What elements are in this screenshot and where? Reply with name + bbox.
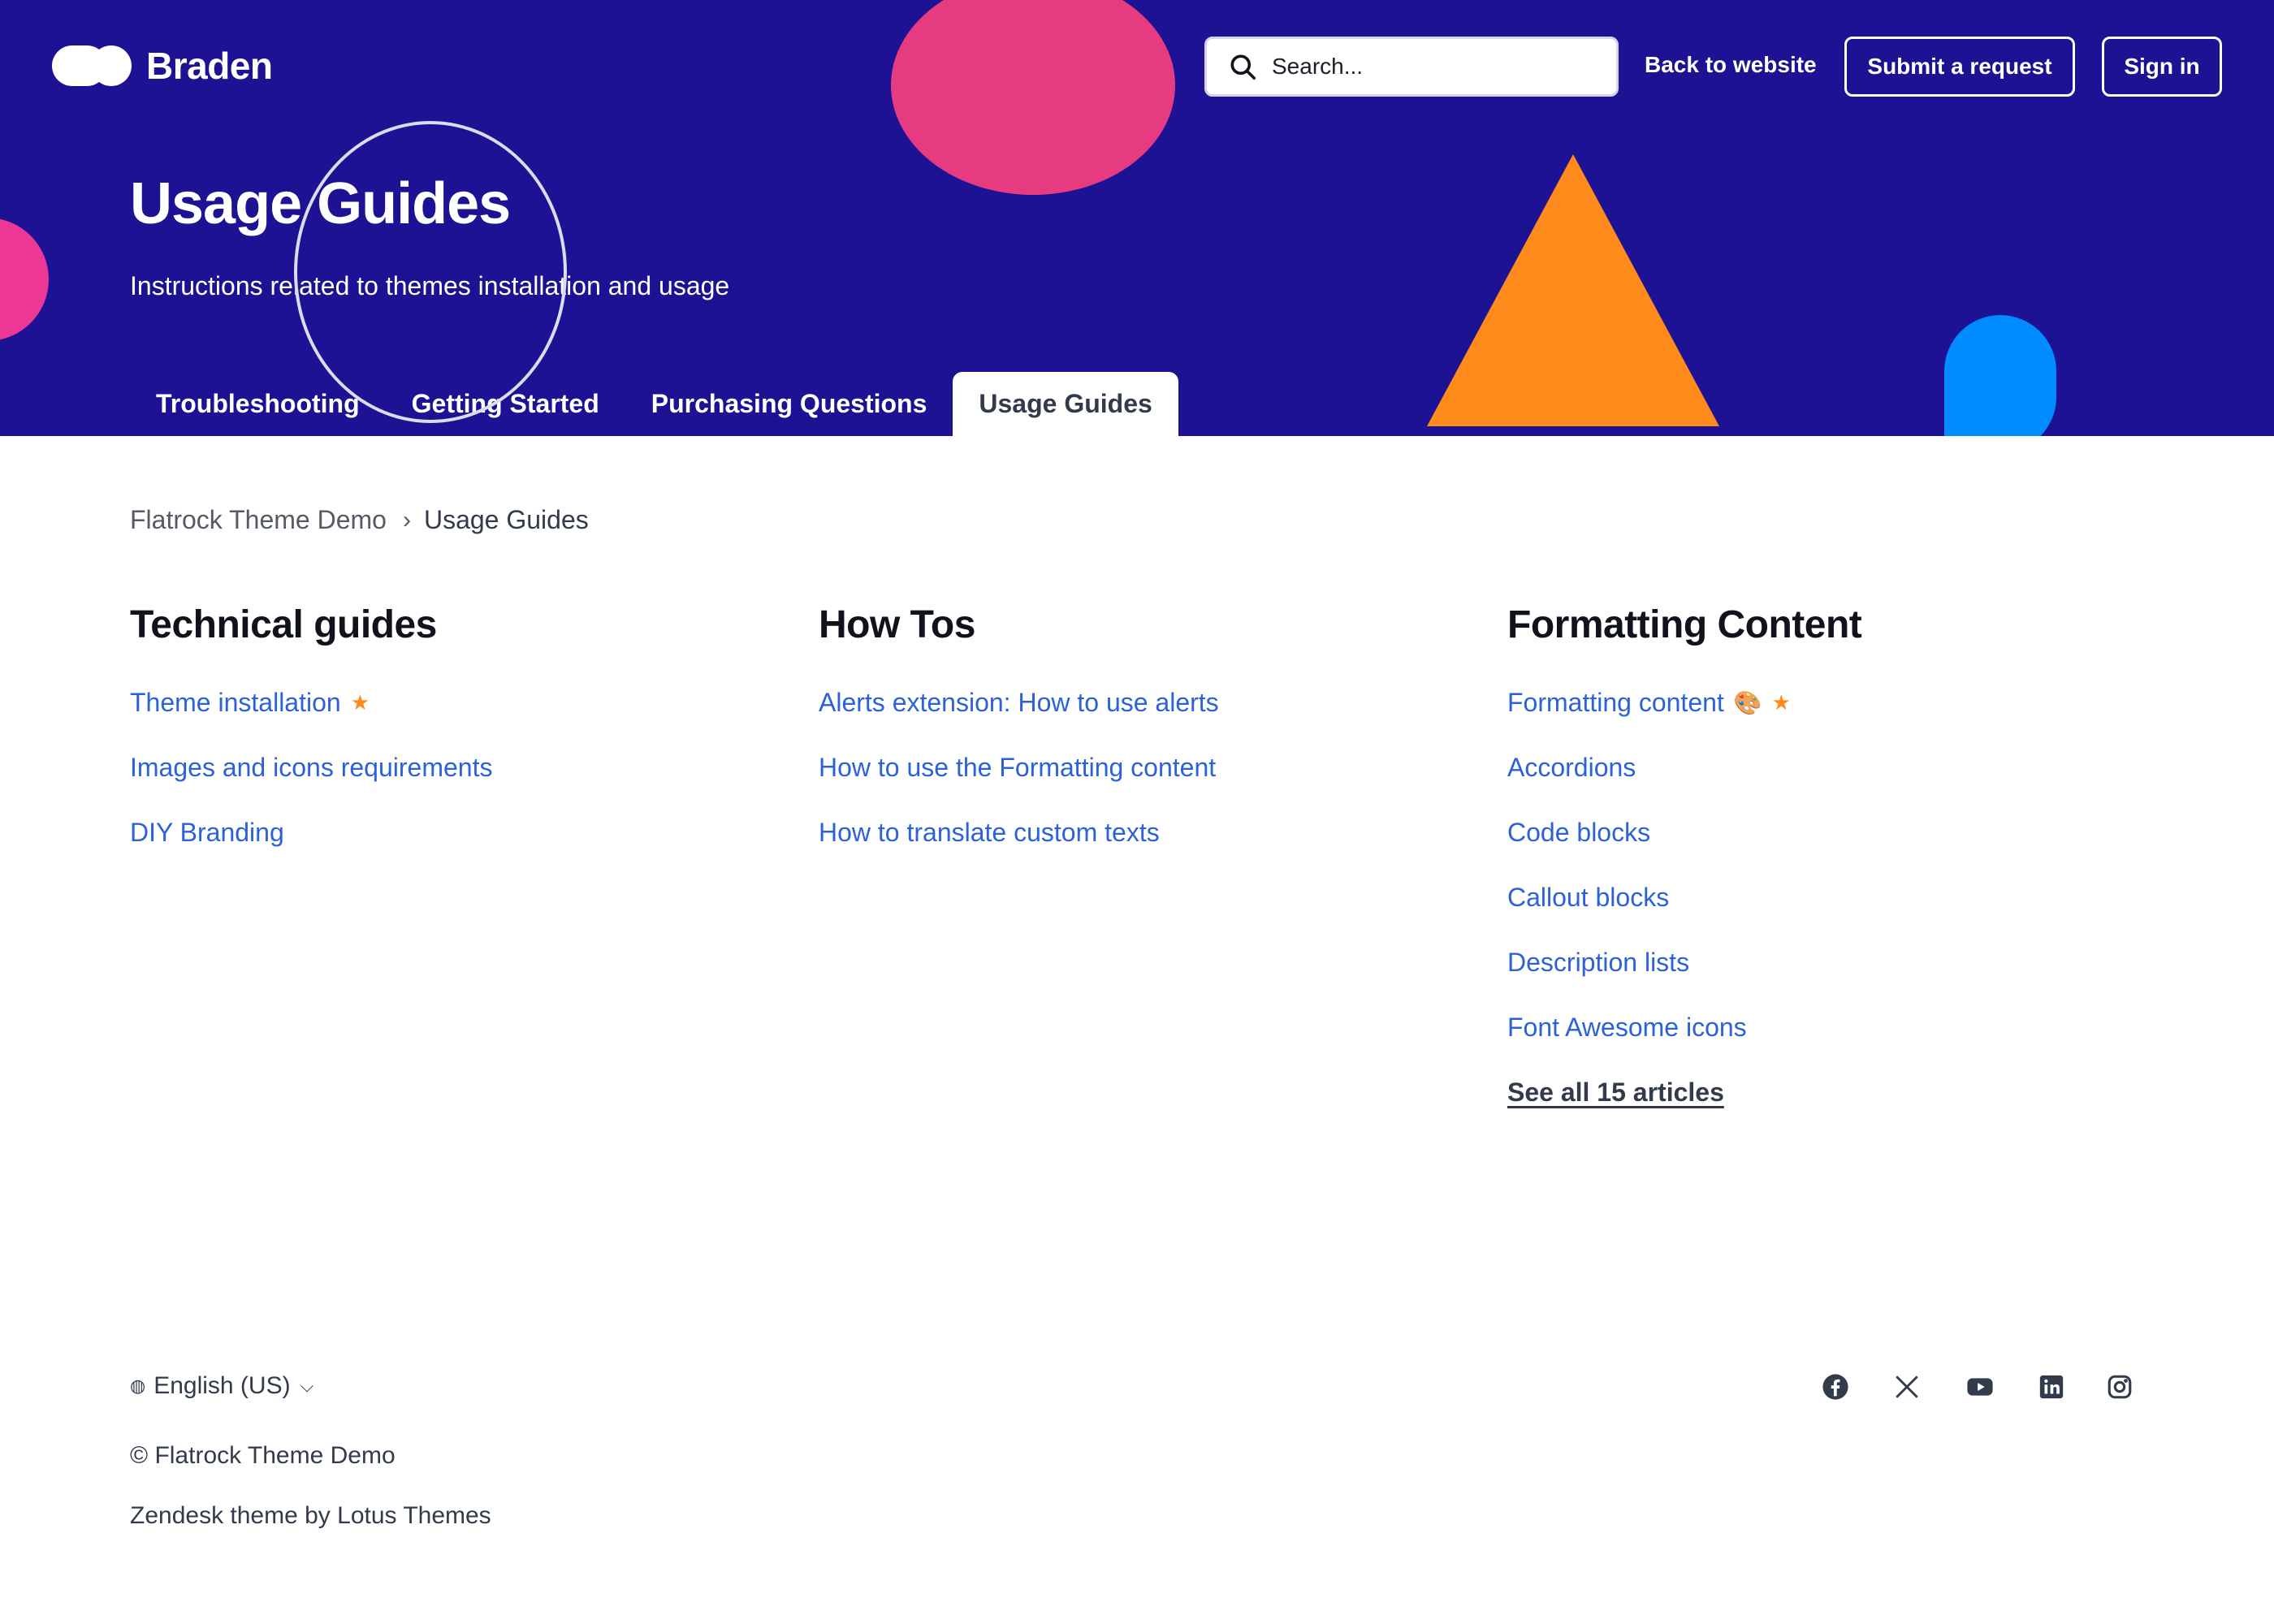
instagram-icon[interactable] [2105, 1372, 2134, 1402]
back-to-website-link[interactable]: Back to website [1645, 52, 1817, 78]
tab-usage-guides[interactable]: Usage Guides [953, 372, 1178, 436]
article-link[interactable]: How to translate custom texts [819, 800, 1436, 865]
youtube-icon[interactable] [1965, 1372, 1995, 1402]
section-technical-guides: Technical guides Theme installation ★ Ima… [130, 603, 747, 865]
chevron-right-icon: › [402, 506, 411, 533]
article-link[interactable]: Images and icons requirements [130, 735, 747, 800]
linkedin-icon[interactable] [2037, 1372, 2066, 1402]
brand-logo[interactable]: Braden [52, 45, 273, 87]
section-title[interactable]: Technical guides [130, 603, 747, 647]
article-link[interactable]: Callout blocks [1507, 865, 2125, 930]
facebook-icon[interactable] [1821, 1372, 1850, 1402]
breadcrumb-current: Usage Guides [423, 505, 589, 534]
article-link[interactable]: Description lists [1507, 930, 2125, 995]
palette-icon: 🎨 [1733, 689, 1762, 715]
brand-name: Braden [146, 45, 273, 87]
section-formatting-content: Formatting Content Formatting content 🎨 ★ … [1507, 603, 2125, 1125]
article-link[interactable]: How to use the Formatting content [819, 735, 1436, 800]
search-box[interactable] [1204, 37, 1619, 97]
decorative-blue-drop [1944, 315, 2056, 436]
article-link[interactable]: Alerts extension: How to use alerts [819, 670, 1436, 735]
language-label: English (US) [153, 1372, 291, 1399]
search-input[interactable] [1272, 54, 1613, 80]
globe-icon: ◍ [130, 1376, 146, 1396]
chevron-down-icon: ⌵ [300, 1376, 314, 1396]
section-title[interactable]: How Tos [819, 603, 1436, 647]
submit-request-button[interactable]: Submit a request [1844, 37, 2075, 97]
sign-in-button[interactable]: Sign in [2102, 37, 2222, 97]
section-how-tos: How Tos Alerts extension: How to use ale… [819, 603, 1436, 865]
article-link[interactable]: Font Awesome icons [1507, 995, 2125, 1060]
star-icon: ★ [1771, 689, 1791, 715]
x-icon[interactable] [1892, 1372, 1922, 1402]
decorative-pink-ellipse [891, 0, 1175, 195]
language-selector[interactable]: ◍ English (US) ⌵ [130, 1372, 313, 1400]
category-tabs: Troubleshooting Getting Started Purchasi… [130, 372, 1178, 436]
decorative-orange-triangle [1427, 154, 1719, 426]
article-link[interactable]: Code blocks [1507, 800, 2125, 865]
article-link[interactable]: Accordions [1507, 735, 2125, 800]
article-link[interactable]: DIY Branding [130, 800, 747, 865]
hero-banner: Braden Back to website Submit a request … [0, 0, 2274, 436]
decorative-pink-semicircle [0, 218, 49, 341]
copyright-text: © Flatrock Theme Demo [130, 1442, 396, 1469]
decorative-circle-outline [294, 121, 567, 423]
logo-mark-icon [52, 45, 132, 86]
article-link[interactable]: Theme installation ★ [130, 670, 747, 735]
breadcrumb: Flatrock Theme Demo › Usage Guides [130, 505, 589, 535]
section-title[interactable]: Formatting Content [1507, 603, 2125, 647]
see-all-articles-link[interactable]: See all 15 articles [1507, 1060, 2125, 1125]
tab-purchasing-questions[interactable]: Purchasing Questions [625, 372, 953, 436]
star-icon: ★ [350, 689, 370, 715]
search-icon [1230, 54, 1256, 80]
article-link[interactable]: Formatting content 🎨 ★ [1507, 670, 2125, 735]
theme-credit[interactable]: Zendesk theme by Lotus Themes [130, 1502, 491, 1530]
breadcrumb-home-link[interactable]: Flatrock Theme Demo [130, 505, 387, 535]
